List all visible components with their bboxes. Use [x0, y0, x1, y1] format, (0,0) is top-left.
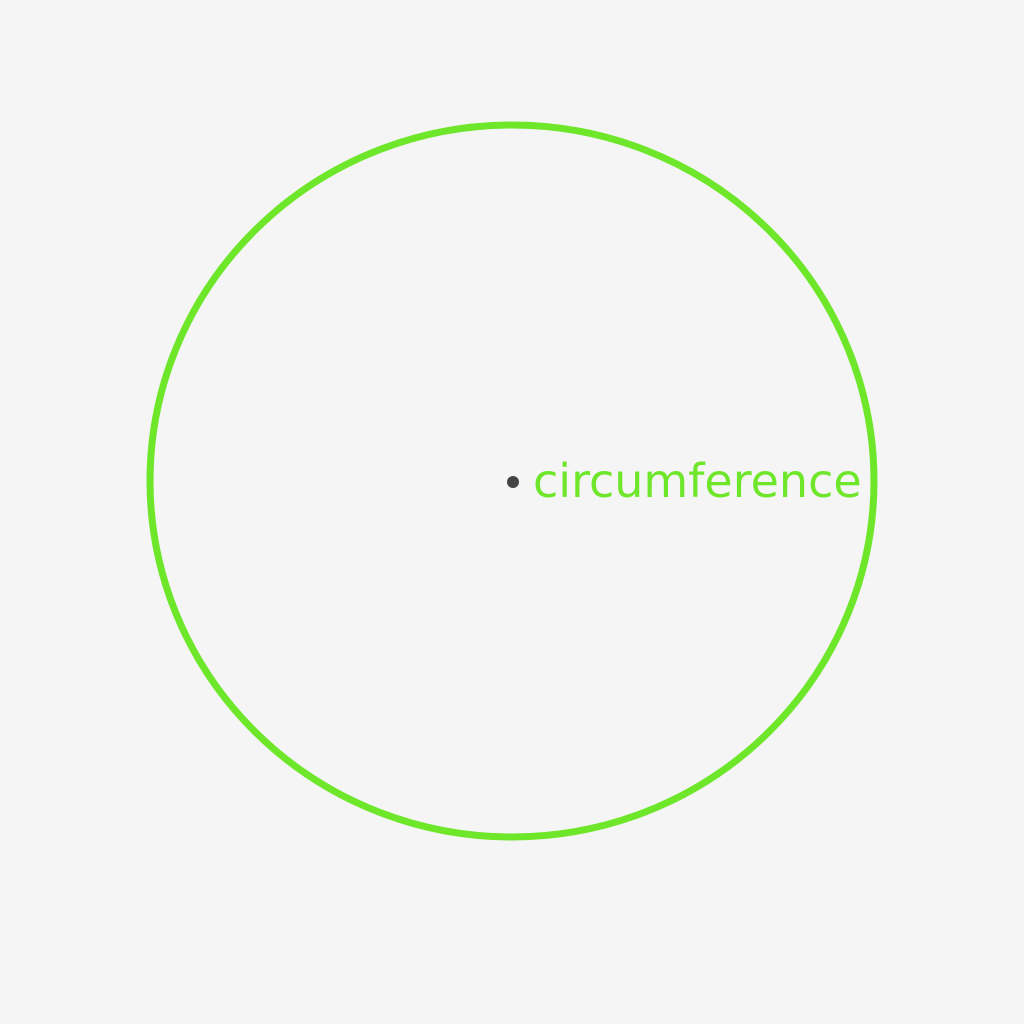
circle-diagram: circumference — [146, 121, 878, 841]
diagram-canvas: circumference — [0, 0, 1024, 1024]
center-point — [507, 476, 519, 488]
circumference-label: circumference — [533, 454, 862, 508]
